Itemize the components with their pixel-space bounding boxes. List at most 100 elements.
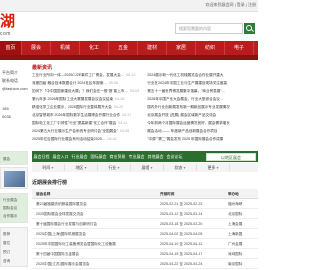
table-row[interactable]: 第十届国际展会行业发展与创新研讨会 2025-03-18 至 2025-03-2… — [32, 219, 258, 229]
news-item[interactable]: 工业行业所向一体—2025CJ2E事件工厂博会，发展大会… 05-12 — [32, 73, 142, 78]
news-item[interactable]: 深度四级·融合技术数据合计 2024社区年报案… 05-08 — [32, 81, 142, 86]
filter-dropdown[interactable]: 更多 — [197, 164, 230, 171]
site-logo[interactable]: 湖 com — [0, 13, 20, 39]
table-cell-name: 第十四届中国国际五金展会 — [36, 252, 80, 256]
table-header-row: 展会名称 开展时间 举办地 — [32, 189, 258, 199]
category-tab[interactable]: 展会入口 — [51, 154, 70, 160]
category-tab[interactable]: 商业贸易 — [108, 154, 127, 160]
top-bar: 欢迎来到展会网 | 登录 | 注册 — [0, 0, 258, 12]
category-tab[interactable]: 国际展会 — [89, 154, 108, 160]
news-item-date: 05-12 — [126, 73, 136, 77]
news-item[interactable]: 北京智慧城市 2026年国际数字生活展博会开展行业合作 04-17 — [32, 113, 142, 118]
ad-banner[interactable]: 推荐 展位 预订 咨询 — [0, 227, 28, 267]
news-item[interactable]: 国内外行业创新展发布新一期新品展示专业发展情况 — [145, 105, 257, 110]
sub-nav-strip — [0, 55, 258, 60]
main-nav: 首页 展会 机械 化工 五金 建材 家居 纺织 电子 — [0, 41, 258, 55]
category-tab[interactable]: 行业展会 — [70, 154, 89, 160]
news-item-date: 04-17 — [122, 113, 132, 117]
news-item[interactable]: 2024第五大行业展示生产会系统专业研讨会"全国展会" 04-08 — [32, 129, 142, 134]
sidebar-line: 185 — [2, 106, 9, 111]
news-item[interactable]: 如何下「中中国国家建设大展」？我们会在一般"报"能上市… 05-03 — [32, 89, 142, 94]
news-item-date: 04-28 — [115, 97, 125, 101]
ad-banner[interactable]: 展会 — [0, 151, 28, 165]
news-item[interactable]: 第五十一届世界博览展集中落幕，"商业贸易展"… — [145, 89, 257, 94]
filter-dropdown[interactable]: 时间 — [32, 164, 65, 171]
news-item[interactable]: 2026年中国产业大会展会，行业大型综合会议… — [145, 97, 257, 102]
table-row[interactable]: 第十四届中国国际五金展会 2025-04-15 至 2025-04-17 深圳国… — [32, 249, 258, 259]
table-cell-venue: 深圳国际 — [228, 252, 243, 256]
table-cell-date: 2025-03-12 至 2025-03-14 — [160, 212, 203, 216]
news-item-text: 2024第五大行业展示生产会系统专业研讨会"全国展会" — [32, 129, 119, 133]
nav-item-textile[interactable]: 纺织 — [196, 41, 225, 55]
news-item-date: 05-08 — [108, 81, 119, 85]
news-item-text: 工业行业所向一体—2025CJ2E事件工厂博会，发展大会… — [32, 73, 125, 77]
news-item[interactable]: "中原""第二"展会发布 2025 年国际展会合作成果 — [145, 137, 257, 142]
news-item[interactable]: 国际电工化工厂引领性"行业"提高新建"化工合作"展会 04-12 — [32, 121, 142, 126]
news-item-date: 04-22 — [113, 105, 124, 109]
search-icon[interactable] — [244, 23, 255, 34]
nav-item-hardware[interactable]: 五金 — [109, 41, 138, 55]
table-row[interactable]: 2025中国(上海)国际机械展览会 2025-04-02 至 2025-04-0… — [32, 229, 258, 239]
sidebar-line: 平台简介 — [2, 70, 18, 75]
table-header-cell: 举办地 — [228, 192, 239, 196]
nav-item-expo[interactable]: 展会 — [22, 41, 51, 55]
ad-text: 合作展示 — [3, 214, 18, 218]
table-cell-venue: 北京国际 — [228, 212, 243, 216]
ad-banner[interactable]: 行业展会 国际会议 合作展示 — [0, 193, 28, 223]
category-tab[interactable]: 会议论坛 — [165, 154, 184, 160]
region-button[interactable]: 以地区展会 — [206, 152, 256, 161]
filter-dropdown[interactable]: 地区 — [65, 164, 98, 171]
news-item[interactable]: 精准化学工企业展示，2026国际行业整体展开大会 04-22 — [32, 105, 142, 110]
news-item[interactable]: 第九年多-2026年国际工业大赛展发展会议会议结束 04-28 — [32, 97, 142, 102]
table-cell-name: 第23届福建纺织服装国际展览会 — [36, 202, 87, 206]
ad-text: 国际会议 — [3, 206, 18, 210]
table-row[interactable]: 2025中国(江苏)国际展示会展览会 2025-04-22 至 2025-04-… — [32, 259, 258, 269]
logo-subtitle: com — [0, 31, 11, 37]
category-tab[interactable]: 其他展会 — [146, 154, 165, 160]
news-item[interactable]: 行业在2024年中国工业与生产展建设现场关注度高 — [145, 81, 257, 86]
ad-text: 行业展会 — [3, 198, 18, 202]
nav-item-home-goods[interactable]: 家居 — [167, 41, 196, 55]
table-header-cell: 展会名称 — [36, 192, 51, 196]
news-item-text: 国际电工化工厂引领性"行业"提高新建"化工合作"展会 — [32, 121, 117, 125]
nav-item-home[interactable]: 首页 — [0, 41, 22, 55]
category-bar: 展会日程 展会入口 行业展会 国际展会 商业贸易 专业展会 其他展会 会议论坛 … — [32, 151, 258, 162]
news-item-text: 如何下「中中国国家建设大展」？我们会在一般"报"能上市… — [32, 89, 128, 93]
top-links[interactable]: 欢迎来到展会网 | 登录 | 注册 — [205, 2, 256, 8]
news-item[interactable]: 北京展会开放 (进展) 展会区域新产品交流会 — [145, 113, 257, 118]
logo-glyph: 湖 — [0, 12, 16, 30]
news-item-text: 精准化学工企业展示，2026国际行业整体展开大会 — [32, 105, 112, 109]
nav-item-building[interactable]: 建材 — [138, 41, 167, 55]
ad-banner[interactable] — [0, 167, 28, 189]
news-item[interactable]: 2024展示新一代化工机械展览会合作业展开重大 — [145, 73, 257, 78]
table-cell-venue: 福州海峡 — [228, 202, 243, 206]
ad-image — [4, 171, 25, 187]
table-row[interactable]: 2025国际展会全球发展交流会 2025-03-12 至 2025-03-14 … — [32, 209, 258, 219]
table-cell-name: 第十届国际展会行业发展与创新研讨会 — [36, 222, 98, 226]
table-cell-date: 2025-02-21 至 2025-02-23 — [160, 202, 203, 206]
ad-text: 预订 — [3, 250, 11, 254]
filter-dropdown[interactable]: 行业 — [98, 164, 131, 171]
news-item[interactable]: 2025年亿百国际行业展会系列活动结束2025… 04-02 — [32, 137, 142, 142]
news-item-text: 2025年亿百国际行业展会系列活动结束2025… — [32, 137, 106, 141]
table-row[interactable]: 第23届福建纺织服装国际展览会 2025-02-21 至 2025-02-23 … — [32, 199, 258, 209]
table-cell-name: 2025国际展会全球发展交流会 — [36, 212, 84, 216]
filter-dropdown[interactable]: 展馆 — [131, 164, 164, 171]
table-cell-date: 2025-04-22 至 2025-04-24 — [160, 262, 203, 266]
news-item-text: 北京智慧城市 2026年国际数字生活展博会开展行业合作 — [32, 113, 121, 117]
nav-item-chemical[interactable]: 化工 — [80, 41, 109, 55]
nav-item-machinery[interactable]: 机械 — [51, 41, 80, 55]
table-row[interactable]: 2025年中国国际化工装备博览会暨国际化工设备展 2025-04-10 至 20… — [32, 239, 258, 249]
news-item[interactable]: 今年前两个月国际展会运营情况良好，展会需求增长 — [145, 121, 257, 126]
category-tab[interactable]: 专业展会 — [127, 154, 146, 160]
news-item-text: 深度四级·融合技术数据合计 2024社区年报案… — [32, 81, 107, 85]
search-input[interactable]: 搜索您需要的内容 — [175, 23, 243, 34]
category-tab[interactable]: 展会日程 — [32, 154, 51, 160]
news-item[interactable]: 展会活动 —— 年度新产品创新展会合作项目 — [145, 129, 257, 134]
filter-dropdown[interactable]: 状态 — [164, 164, 197, 171]
nav-item-electronics[interactable]: 电子 — [225, 41, 254, 55]
ad-text: 咨询 — [3, 259, 11, 263]
table-cell-date: 2025-04-10 至 2025-04-12 — [160, 242, 203, 246]
sidebar-line: 联系电话 — [2, 78, 18, 83]
page: 欢迎来到展会网 | 登录 | 注册 湖 com 搜索您需要的内容 首页 展会 机… — [0, 0, 258, 270]
